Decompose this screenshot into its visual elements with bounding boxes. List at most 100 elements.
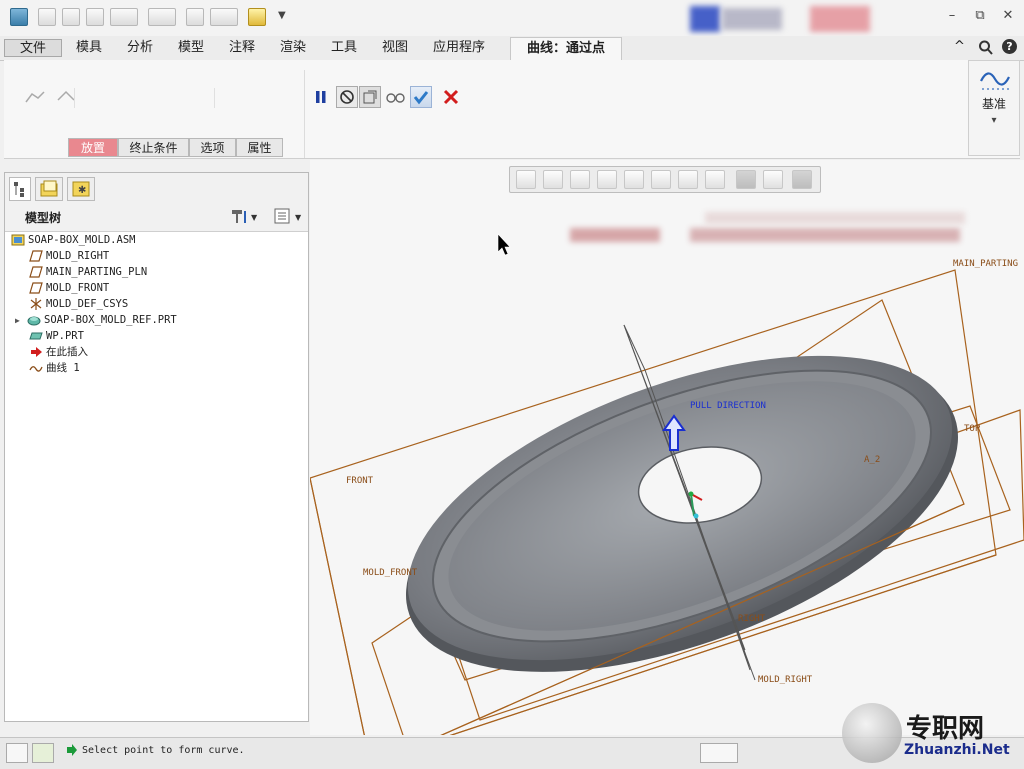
verify-preview-icon[interactable] (384, 86, 406, 108)
attached-preview-icon[interactable] (359, 86, 381, 108)
blurred-info-2 (690, 228, 960, 242)
blurred-title-text (722, 8, 782, 30)
subtab-end-condition[interactable]: 终止条件 (118, 138, 189, 157)
tree-item-main-parting-pln[interactable]: MAIN_PARTING_PLN (29, 264, 147, 280)
restore-button[interactable]: ⧉ (972, 8, 988, 24)
tab-file[interactable]: 文件 (4, 39, 62, 57)
tab-tools[interactable]: 工具 (331, 39, 357, 57)
csys-icon (30, 298, 42, 310)
datum-dropdown-arrow[interactable]: ▾ (969, 115, 1019, 126)
tab-annotate[interactable]: 注释 (229, 39, 255, 57)
subtab-placement[interactable]: 放置 (68, 138, 118, 157)
svg-text:▼: ▼ (251, 213, 258, 222)
toggle-browser-icon[interactable] (32, 743, 54, 763)
tree-item-ref-part[interactable]: ▶ SOAP-BOX_MOLD_REF.PRT (15, 312, 177, 328)
tree-item-insert-here[interactable]: 在此插入 (29, 344, 88, 360)
no-preview-icon[interactable] (336, 86, 358, 108)
tab-model[interactable]: 模型 (178, 39, 204, 57)
label-pull-direction: PULL DIRECTION (690, 401, 766, 411)
saved-orientations-icon[interactable] (651, 170, 671, 189)
blurred-title-logo (690, 6, 720, 32)
curve-type-icon[interactable] (24, 86, 80, 106)
tree-settings-icon[interactable]: ▼ (229, 207, 259, 225)
repaint-icon[interactable] (597, 170, 617, 189)
refit-icon[interactable] (516, 170, 536, 189)
datum-plane-icon (29, 250, 43, 262)
spin-center-icon[interactable] (763, 170, 783, 189)
label-main-parting: MAIN_PARTING (953, 259, 1018, 269)
model-view[interactable]: MAIN_PARTING PULL DIRECTION TOP FRONT MO… (310, 160, 1024, 735)
selection-filter-icon[interactable] (700, 743, 738, 763)
datum-display-filter-icon[interactable] (705, 170, 725, 189)
expand-arrow-icon[interactable]: ▶ (15, 313, 27, 329)
open-file-icon[interactable] (62, 8, 80, 26)
blurred-title-text-2 (810, 6, 870, 32)
blurred-info-1 (570, 228, 660, 242)
display-style-icon[interactable] (624, 170, 644, 189)
zoom-out-icon[interactable] (570, 170, 590, 189)
label-right: RIGHT (738, 614, 766, 624)
tree-item-assembly[interactable]: SOAP-BOX_MOLD.ASM (11, 232, 135, 248)
watermark-globe-logo (842, 703, 902, 763)
tab-mold[interactable]: 模具 (76, 39, 102, 57)
redo-icon[interactable] (148, 8, 176, 26)
help-button[interactable]: ? (1002, 39, 1017, 54)
model-tree-header: ✱ 模型树 ▼ ▼ (5, 173, 308, 232)
folder-browser-tab-icon[interactable] (35, 177, 63, 201)
tab-render[interactable]: 渲染 (280, 39, 306, 57)
pause-button[interactable] (310, 86, 332, 108)
assembly-icon (11, 234, 25, 246)
ribbon-tabs: 文件 模具 分析 模型 注释 渲染 工具 视图 应用程序 曲线：通过点 ^ ? (0, 36, 1024, 61)
tree-item-mold-right[interactable]: MOLD_RIGHT (29, 248, 109, 264)
annotation-display-icon[interactable] (736, 170, 756, 189)
curve-dashboard: 放置 终止条件 选项 属性 (4, 60, 1020, 159)
quick-access-dropdown[interactable]: ▼ (278, 10, 286, 21)
save-icon[interactable] (86, 8, 104, 26)
graphics-window[interactable]: MAIN_PARTING PULL DIRECTION TOP FRONT MO… (310, 160, 1024, 735)
toggle-navigator-icon[interactable] (6, 743, 28, 763)
subtab-options[interactable]: 选项 (189, 138, 236, 157)
close-window-icon[interactable] (248, 8, 266, 26)
message-arrow-icon (66, 744, 78, 756)
new-file-icon[interactable] (38, 8, 56, 26)
tree-item-mold-front[interactable]: MOLD_FRONT (29, 280, 109, 296)
minimize-ribbon-button[interactable]: ^ (954, 39, 965, 54)
svg-text:▼: ▼ (295, 213, 302, 222)
tree-item-wp-part[interactable]: WP.PRT (29, 328, 84, 344)
watermark-text-en: Zhuanzhi.Net (904, 742, 1010, 758)
view-manager-icon[interactable] (678, 170, 698, 189)
tree-item-mold-def-csys[interactable]: MOLD_DEF_CSYS (29, 296, 128, 312)
tree-item-curve-1[interactable]: 曲线 1 (29, 360, 80, 376)
perspective-view-icon[interactable] (792, 170, 812, 189)
cancel-x-button[interactable] (440, 86, 462, 108)
close-button[interactable]: ✕ (1000, 8, 1016, 24)
label-mold-right: MOLD_RIGHT (758, 675, 813, 685)
minimize-button[interactable]: – (944, 8, 960, 24)
tab-view[interactable]: 视图 (382, 39, 408, 57)
tab-curve-through-points[interactable]: 曲线：通过点 (510, 37, 622, 60)
datum-panel[interactable]: 基准 ▾ (968, 60, 1020, 156)
tab-analysis[interactable]: 分析 (127, 39, 153, 57)
insert-here-icon (31, 347, 42, 357)
blurred-info-3 (705, 212, 965, 224)
zoom-in-icon[interactable] (543, 170, 563, 189)
curve-icon (29, 366, 43, 372)
datum-plane-icon (29, 266, 43, 278)
datum-wave-icon (980, 72, 1010, 90)
search-icon[interactable] (978, 37, 994, 61)
undo-icon[interactable] (110, 8, 138, 26)
model-tree-tab-icon[interactable] (9, 177, 31, 201)
status-message: Select point to form curve. (82, 745, 245, 756)
datum-label: 基准 (981, 97, 1006, 111)
windows-icon[interactable] (210, 8, 238, 26)
tab-applications[interactable]: 应用程序 (433, 39, 485, 57)
regenerate-icon[interactable] (186, 8, 204, 26)
subtab-properties[interactable]: 属性 (236, 138, 283, 157)
tree-show-icon[interactable]: ▼ (273, 207, 307, 225)
ok-checkmark-button[interactable] (410, 86, 432, 108)
watermark-text-cn: 专职网 (906, 714, 985, 744)
model-tree-panel: ✱ 模型树 ▼ ▼ SOAP-BOX_MOLD.ASM MOLD_RIGHT M… (4, 172, 309, 722)
svg-text:✱: ✱ (78, 185, 86, 196)
favorites-tab-icon[interactable]: ✱ (67, 177, 95, 201)
model-tree-title: 模型树 (25, 211, 62, 225)
